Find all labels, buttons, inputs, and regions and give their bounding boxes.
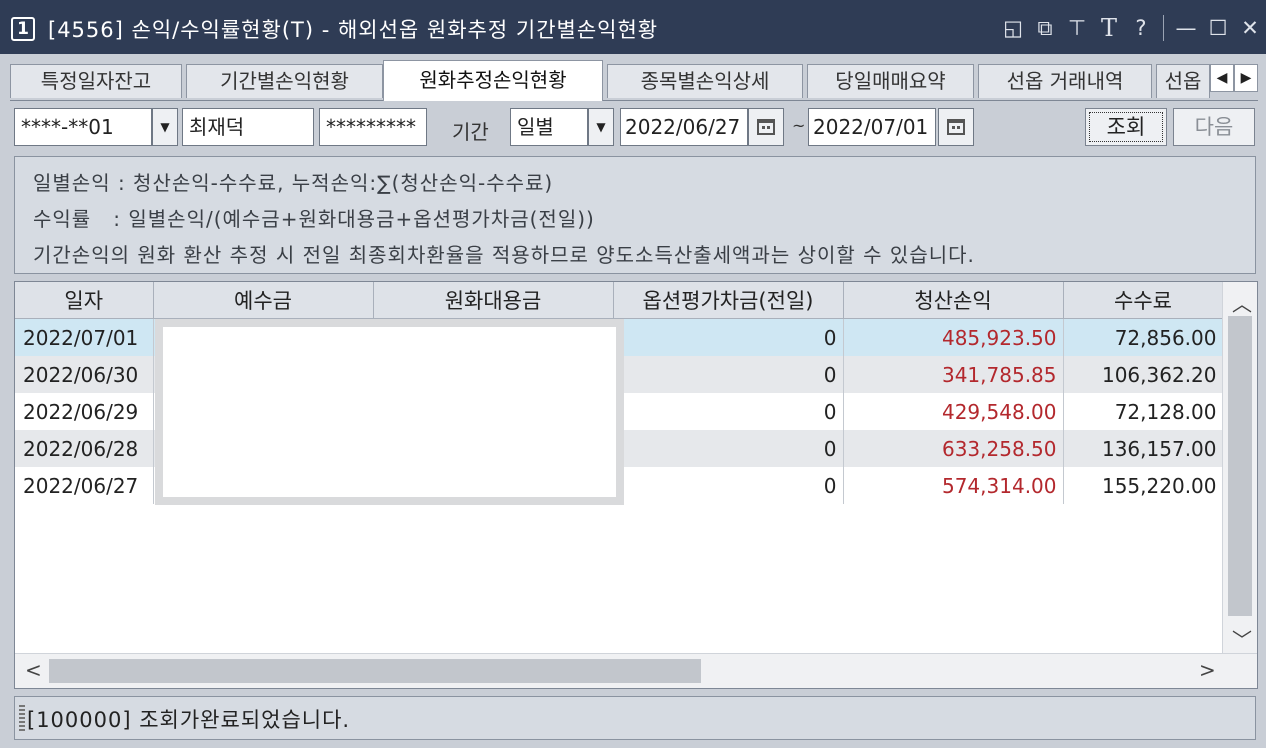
cell-fee: 155,220.00 bbox=[1063, 467, 1224, 504]
cell-date: 2022/06/28 bbox=[15, 430, 154, 467]
end-date-field[interactable]: 2022/07/01 bbox=[808, 108, 936, 146]
period-select[interactable]: 일별 bbox=[510, 108, 588, 146]
period-dropdown-icon[interactable]: ▼ bbox=[588, 108, 614, 146]
calendar-icon bbox=[947, 119, 965, 135]
close-icon[interactable]: ✕ bbox=[1234, 12, 1266, 44]
horizontal-scrollbar[interactable]: < > bbox=[15, 653, 1257, 688]
status-message: [100000] 조회가완료되었습니다. bbox=[27, 708, 351, 732]
column-header-fee[interactable]: 수수료 bbox=[1063, 282, 1224, 319]
query-toolbar: ****-**01 ▼ 최재덕 ********* 기간 일별 ▼ 2022/0… bbox=[10, 104, 1258, 150]
restore-small-icon[interactable]: ◱ bbox=[997, 12, 1029, 44]
cell-fee: 72,856.00 bbox=[1063, 318, 1224, 356]
tab-specific-date-balance[interactable]: 특정일자잔고 bbox=[10, 64, 182, 98]
start-date-calendar-button[interactable] bbox=[748, 108, 784, 146]
redaction-mask-inner bbox=[163, 327, 616, 497]
cell-settlement-pl: 574,314.00 bbox=[843, 467, 1064, 504]
next-button[interactable]: 다음 bbox=[1173, 108, 1255, 146]
cell-option-eval: 0 bbox=[613, 393, 844, 430]
column-header-settlement-pl[interactable]: 청산손익 bbox=[843, 282, 1064, 319]
table-header-row: 일자 예수금 원화대용금 옵션평가차금(전일) 청산손익 수수료 bbox=[15, 282, 1224, 319]
search-button[interactable]: 조회 bbox=[1085, 108, 1167, 146]
copy-window-icon[interactable]: ⧉ bbox=[1029, 12, 1061, 44]
end-date-calendar-button[interactable] bbox=[938, 108, 974, 146]
period-label: 기간 bbox=[452, 120, 489, 144]
scroll-down-icon[interactable]: ﹀ bbox=[1232, 624, 1252, 653]
info-line-return-rate: 수익률 : 일별손익/(예수금+원화대용금+옵션평가차금(전일)) bbox=[33, 207, 595, 231]
horizontal-scroll-thumb[interactable] bbox=[49, 659, 701, 683]
help-icon[interactable]: ? bbox=[1125, 12, 1157, 44]
tab-scroll-right-icon[interactable]: ▶ bbox=[1234, 64, 1258, 92]
tab-scroll-buttons: ◀ ▶ bbox=[1210, 64, 1258, 94]
title-bar-divider bbox=[1163, 15, 1164, 41]
column-header-krw-substitute[interactable]: 원화대용금 bbox=[373, 282, 614, 319]
tab-daily-trade-summary[interactable]: 당일매매요약 bbox=[807, 64, 974, 98]
title-bar: 1 [4556] 손익/수익률현황(T) - 해외선옵 원화추정 기간별손익현황… bbox=[0, 0, 1266, 54]
pl-data-grid: 일자 예수금 원화대용금 옵션평가차금(전일) 청산손익 수수료 2022/07… bbox=[14, 281, 1258, 689]
password-field[interactable]: ********* bbox=[319, 108, 427, 146]
tab-scroll-left-icon[interactable]: ◀ bbox=[1210, 64, 1234, 92]
cell-option-eval: 0 bbox=[613, 430, 844, 467]
tab-futures-options-more[interactable]: 선옵 bbox=[1156, 64, 1210, 98]
formula-info-panel: 일별손익 : 청산손익-수수료, 누적손익:∑(청산손익-수수료) 수익률 : … bbox=[14, 156, 1256, 274]
tab-bar: 특정일자잔고 기간별손익현황 원화추정손익현황 종목별손익상세 당일매매요약 선… bbox=[10, 60, 1258, 101]
tab-period-pl[interactable]: 기간별손익현황 bbox=[186, 64, 383, 98]
font-T-icon[interactable]: T bbox=[1093, 12, 1125, 44]
vertical-scroll-thumb[interactable] bbox=[1228, 316, 1252, 616]
scroll-up-icon[interactable]: ︿ bbox=[1232, 288, 1252, 317]
cell-settlement-pl: 429,548.00 bbox=[843, 393, 1064, 430]
column-header-date[interactable]: 일자 bbox=[15, 282, 154, 319]
redaction-mask bbox=[155, 319, 624, 505]
info-line-disclaimer: 기간손익의 원화 환산 추정 시 전일 최종회차환율을 적용하므로 양도소득산출… bbox=[33, 243, 975, 267]
scroll-left-icon[interactable]: < bbox=[25, 658, 42, 682]
tab-futures-options-trades[interactable]: 선옵 거래내역 bbox=[978, 64, 1152, 98]
cell-fee: 72,128.00 bbox=[1063, 393, 1224, 430]
cell-date: 2022/06/27 bbox=[15, 467, 154, 504]
scroll-right-icon[interactable]: > bbox=[1199, 658, 1216, 682]
cell-option-eval: 0 bbox=[613, 318, 844, 356]
cell-settlement-pl: 341,785.85 bbox=[843, 356, 1064, 393]
date-range-tilde: ~ bbox=[792, 116, 806, 135]
vertical-scrollbar[interactable]: ︿ ﹀ bbox=[1222, 282, 1257, 654]
column-header-deposit[interactable]: 예수금 bbox=[153, 282, 374, 319]
tab-krw-estimated-pl[interactable]: 원화추정손익현황 bbox=[383, 60, 603, 101]
cell-date: 2022/06/29 bbox=[15, 393, 154, 430]
cell-option-eval: 0 bbox=[613, 467, 844, 504]
cell-date: 2022/06/30 bbox=[15, 356, 154, 393]
pin-icon[interactable]: ⊤ bbox=[1061, 12, 1093, 44]
cell-date: 2022/07/01 bbox=[15, 318, 154, 356]
cell-fee: 136,157.00 bbox=[1063, 430, 1224, 467]
column-header-option-eval[interactable]: 옵션평가차금(전일) bbox=[613, 282, 844, 319]
cell-settlement-pl: 485,923.50 bbox=[843, 318, 1064, 356]
cell-settlement-pl: 633,258.50 bbox=[843, 430, 1064, 467]
title-bar-icons: ◱ ⧉ ⊤ T ? — ☐ ✕ bbox=[997, 10, 1266, 46]
minimize-icon[interactable]: — bbox=[1170, 12, 1202, 44]
window-title: [4556] 손익/수익률현황(T) - 해외선옵 원화추정 기간별손익현황 bbox=[48, 18, 659, 42]
tab-item-pl-detail[interactable]: 종목별손익상세 bbox=[607, 64, 803, 98]
info-line-daily-pl: 일별손익 : 청산손익-수수료, 누적손익:∑(청산손익-수수료) bbox=[33, 171, 554, 195]
status-bar: [100000] 조회가완료되었습니다. bbox=[14, 696, 1256, 740]
calendar-icon bbox=[757, 119, 775, 135]
account-holder-name: 최재덕 bbox=[182, 108, 314, 146]
maximize-icon[interactable]: ☐ bbox=[1202, 12, 1234, 44]
status-grip-icon bbox=[19, 705, 25, 733]
account-number-field[interactable]: ****-**01 bbox=[14, 108, 152, 146]
cell-fee: 106,362.20 bbox=[1063, 356, 1224, 393]
start-date-field[interactable]: 2022/06/27 bbox=[620, 108, 748, 146]
window-number-badge: 1 bbox=[11, 17, 35, 41]
cell-option-eval: 0 bbox=[613, 356, 844, 393]
account-dropdown-icon[interactable]: ▼ bbox=[152, 108, 178, 146]
